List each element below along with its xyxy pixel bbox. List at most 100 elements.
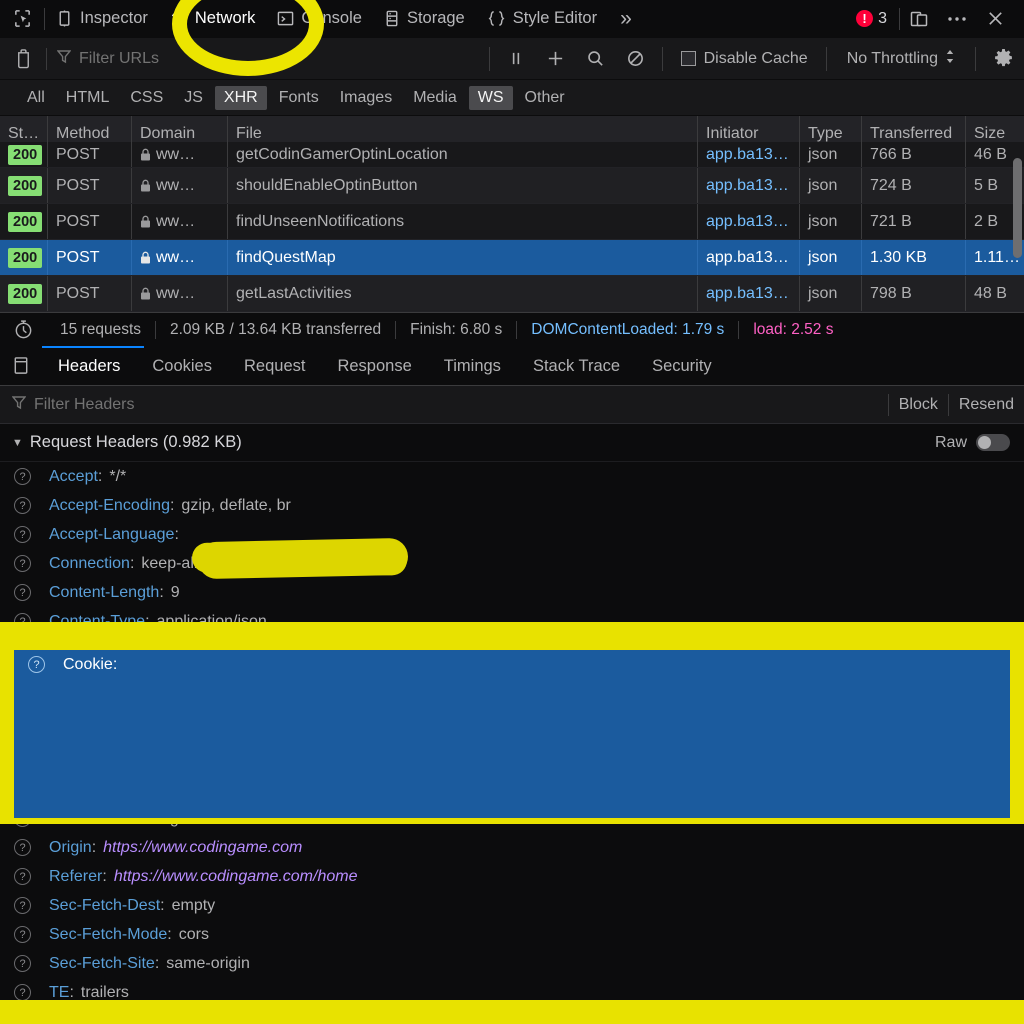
filter-urls-placeholder: Filter URLs [79,49,160,67]
header-row-referer[interactable]: ? Referer: https://www.codingame.com/hom… [0,862,1024,891]
header-row-sec-fetch-site[interactable]: ? Sec-Fetch-Site: same-origin [0,949,1024,978]
question-mark-icon[interactable]: ? [14,897,31,914]
tab-console[interactable]: Console [266,0,373,38]
tab-request[interactable]: Request [228,346,321,386]
tab-label: Storage [406,9,465,27]
disable-cache-checkbox[interactable]: Disable Cache [669,50,820,68]
header-row-content-length[interactable]: ? Content-Length: 9 [0,578,1024,607]
question-mark-icon[interactable]: ? [14,839,31,856]
row-initiator[interactable]: app.ba13… [698,142,800,167]
tab-cookies[interactable]: Cookies [136,346,228,386]
row-initiator[interactable]: app.ba13… [698,240,800,275]
question-mark-icon[interactable]: ? [14,526,31,543]
filter-media[interactable]: Media [404,86,466,110]
twisty-down-icon[interactable]: ▼ [12,437,23,449]
question-mark-icon[interactable]: ? [14,584,31,601]
header-row-origin[interactable]: ? Origin: https://www.codingame.com [0,833,1024,862]
question-mark-icon[interactable]: ? [14,955,31,972]
raw-toggle-group[interactable]: Raw [935,434,1024,452]
tab-style-editor[interactable]: Style Editor [476,0,608,38]
row-transferred: 721 B [862,204,966,239]
filter-fonts[interactable]: Fonts [270,86,328,110]
tab-timings[interactable]: Timings [428,346,517,386]
more-options-icon[interactable] [938,0,976,38]
trash-icon[interactable] [0,38,46,80]
network-summary-bar: 15 requests 2.09 KB / 13.64 KB transferr… [0,312,1024,346]
tab-network[interactable]: Network [159,0,267,38]
row-initiator[interactable]: app.ba13… [698,204,800,239]
tab-stack-trace[interactable]: Stack Trace [517,346,636,386]
filter-ws[interactable]: WS [468,85,513,110]
filter-urls-input[interactable]: Filter URLs [47,49,159,69]
block-button[interactable]: Block [889,396,948,414]
tab-security[interactable]: Security [636,346,728,386]
filter-other[interactable]: Other [516,86,574,110]
request-rows: 200 POST ww… getCodinGamerOptinLocation … [0,142,1024,312]
tab-label: Inspector [80,9,148,27]
header-name: Sec-Fetch-Mode [49,925,168,943]
filter-css[interactable]: CSS [121,86,172,110]
filter-js[interactable]: JS [175,86,212,110]
row-transferred: 1.30 KB [862,240,966,275]
header-row-cookie-selected[interactable]: ? Cookie: [14,650,1010,818]
plus-icon[interactable] [536,38,576,80]
search-icon[interactable] [576,38,616,80]
table-row[interactable]: 200 POST ww… shouldEnableOptinButton app… [0,168,1024,204]
header-row-sec-fetch-mode[interactable]: ? Sec-Fetch-Mode: cors [0,920,1024,949]
filter-html[interactable]: HTML [57,86,119,110]
filter-all[interactable]: All [18,86,54,110]
row-status: 200 [0,240,48,275]
close-icon[interactable] [976,0,1014,38]
table-row[interactable]: 200 POST ww… getLastActivities app.ba13…… [0,276,1024,312]
filter-headers-input[interactable]: Filter Headers [0,395,134,415]
question-mark-icon[interactable]: ? [14,555,31,572]
header-value: https://www.codingame.com [103,838,303,856]
header-row-connection[interactable]: ? Connection: keep-alive [0,549,1024,578]
responsive-design-mode-icon[interactable] [900,0,938,38]
gear-icon[interactable] [982,38,1024,80]
table-row-selected[interactable]: 200 POST ww… findQuestMap app.ba13… json… [0,240,1024,276]
tab-response[interactable]: Response [321,346,427,386]
throttling-dropdown[interactable]: No Throttling [833,49,969,69]
raw-label: Raw [934,433,967,451]
sidebar-toggle-icon[interactable] [0,346,42,386]
row-type: json [800,276,862,311]
element-picker-icon[interactable] [0,0,44,38]
toolbox-right-controls: ! 3 [844,0,1024,38]
question-mark-icon[interactable]: ? [14,868,31,885]
filter-headers-bar: Filter Headers Block Resend [0,386,1024,424]
block-icon[interactable] [616,38,656,80]
table-row[interactable]: 200 POST ww… findUnseenNotifications app… [0,204,1024,240]
error-count-badge[interactable]: ! 3 [844,10,899,28]
toolbox-overflow-chevron-icon[interactable]: » [608,7,644,31]
request-headers-section-header[interactable]: ▼ Request Headers (0.982 KB) Raw [0,424,1024,462]
row-initiator[interactable]: app.ba13… [698,276,800,311]
header-row-content-type[interactable]: ? Content-Type: application/json [0,607,1024,636]
header-row-te[interactable]: ? TE: trailers [0,978,1024,1007]
resend-button[interactable]: Resend [949,396,1024,414]
question-mark-icon[interactable]: ? [14,926,31,943]
question-mark-icon[interactable]: ? [28,656,45,673]
tab-storage[interactable]: Storage [373,0,476,38]
header-row-accept-encoding[interactable]: ? Accept-Encoding: gzip, deflate, br [0,491,1024,520]
stopwatch-icon[interactable] [0,313,46,347]
raw-toggle[interactable] [976,434,1010,451]
question-mark-icon[interactable]: ? [14,468,31,485]
header-row-accept-language[interactable]: ? Accept-Language: [0,520,1024,549]
header-name: Accept-Language [49,525,175,543]
question-mark-icon[interactable]: ? [14,613,31,630]
row-initiator[interactable]: app.ba13… [698,168,800,203]
request-list-scrollbar[interactable] [1013,158,1022,258]
question-mark-icon[interactable]: ? [14,497,31,514]
tab-headers[interactable]: Headers [42,346,136,386]
header-name: Content-Type [49,612,146,630]
filter-images[interactable]: Images [331,86,401,110]
question-mark-icon[interactable]: ? [14,984,31,1001]
table-row[interactable]: 200 POST ww… getCodinGamerOptinLocation … [0,142,1024,168]
filter-xhr[interactable]: XHR [214,85,267,110]
tab-inspector[interactable]: Inspector [45,0,159,38]
pause-icon[interactable] [496,38,536,80]
header-row-accept[interactable]: ? Accept: */* [0,462,1024,491]
row-domain: ww… [132,204,228,239]
header-row-sec-fetch-dest[interactable]: ? Sec-Fetch-Dest: empty [0,891,1024,920]
